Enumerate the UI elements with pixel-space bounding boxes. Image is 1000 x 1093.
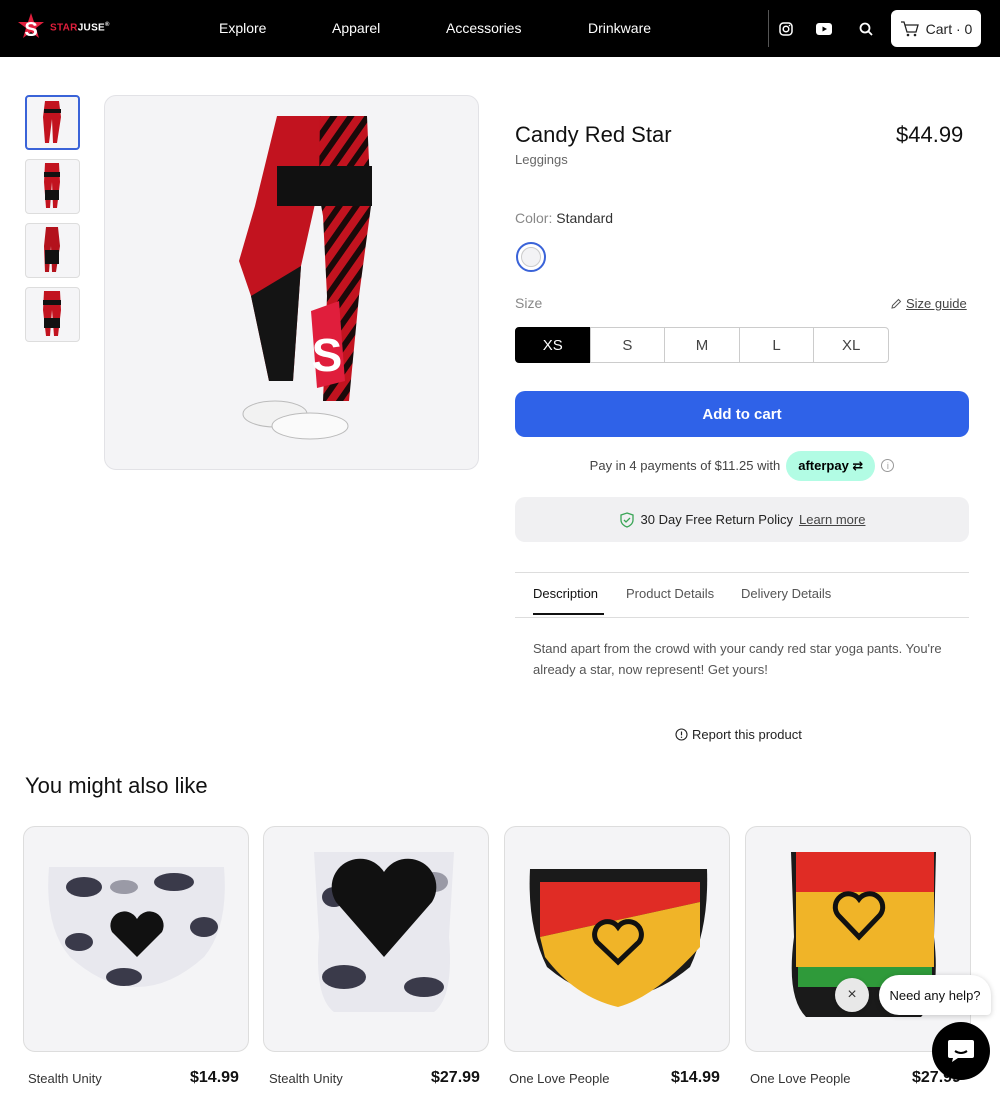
product-title: Candy Red Star [515,122,672,147]
svg-text:S: S [312,329,343,381]
camo-mask-icon [48,867,225,987]
color-label: Color: Standard [515,210,614,226]
afterpay-row: Pay in 4 payments of $11.25 with afterpa… [515,449,969,482]
product-card-1[interactable] [23,826,249,1052]
return-policy-box: 30 Day Free Return Policy Learn more [515,497,969,542]
card-2-price: $27.99 [431,1069,480,1086]
also-like-heading: You might also like [25,773,208,798]
thumbnail-3[interactable] [25,223,80,278]
chat-close-button[interactable]: × [835,978,869,1012]
chat-launcher-button[interactable] [932,1022,990,1080]
svg-text:S: S [24,19,37,41]
shield-check-icon [619,511,634,528]
leggings-thumb-icon [44,163,60,208]
chat-bubble-icon [948,1040,974,1062]
youtube-icon[interactable] [814,19,834,39]
tab-delivery-details[interactable]: Delivery Details [741,586,831,601]
nav-drinkware[interactable]: Drinkware [588,20,651,36]
size-option-m[interactable]: M [664,327,740,363]
rasta-mask-icon [529,869,708,1007]
leggings-thumb-icon [43,101,61,143]
active-tab-indicator [533,613,604,615]
rasta-gaiter-icon [791,852,936,1017]
tabs-divider-bottom [515,617,969,618]
product-main-image[interactable]: S [104,95,479,470]
size-option-l[interactable]: L [738,327,815,363]
brand-logo[interactable]: S STARJUSE® [16,12,110,44]
alert-circle-icon [675,728,688,741]
tab-product-details[interactable]: Product Details [626,586,714,601]
thumbnail-4[interactable] [25,287,80,342]
size-label: Size [515,295,543,311]
card-4-name[interactable]: One Love People [750,1071,850,1086]
pencil-icon [891,298,902,309]
leggings-thumb-icon [43,291,61,336]
brand-name: STARJUSE® [50,22,110,34]
product-card-3[interactable] [504,826,730,1052]
add-to-cart-button[interactable]: Add to cart [515,391,969,437]
size-guide-link[interactable]: Size guide [890,296,967,311]
size-option-s[interactable]: S [589,327,666,363]
tabs-divider-top [515,572,969,573]
size-selector: XS S M L XL [515,327,889,363]
camo-gaiter-icon [314,852,454,1012]
site-header: S STARJUSE® Explore Apparel Accessories … [0,0,1000,57]
card-2-name[interactable]: Stealth Unity [269,1071,343,1086]
report-product-link[interactable]: Report this product [675,727,802,742]
instagram-icon[interactable] [776,19,796,39]
learn-more-link[interactable]: Learn more [799,512,865,527]
info-icon[interactable]: i [881,459,895,472]
tab-description[interactable]: Description [533,586,598,601]
nav-divider [768,10,769,47]
product-description: Stand apart from the crowd with your can… [533,641,942,677]
product-card-2[interactable] [263,826,489,1052]
size-option-xl[interactable]: XL [813,327,889,363]
card-1-name[interactable]: Stealth Unity [28,1071,102,1086]
color-swatch-standard[interactable] [516,242,546,272]
afterpay-badge[interactable]: afterpay ⇄ [786,450,876,481]
nav-apparel[interactable]: Apparel [332,20,380,36]
card-3-price: $14.99 [671,1069,720,1086]
product-price: $44.99 [896,122,964,147]
leggings-thumb-icon [44,227,60,272]
product-card-4[interactable] [745,826,971,1052]
card-1-price: $14.99 [190,1069,239,1086]
return-policy-text: 30 Day Free Return Policy [640,512,793,527]
chat-prompt[interactable]: Need any help? [879,975,991,1015]
thumbnail-1[interactable] [25,95,80,150]
nav-explore[interactable]: Explore [219,20,266,36]
thumbnail-2[interactable] [25,159,80,214]
color-value: Standard [556,210,614,226]
size-option-xs[interactable]: XS [515,327,591,363]
product-type: Leggings [515,152,568,167]
cart-label: Cart · 0 [925,20,973,37]
nav-accessories[interactable]: Accessories [446,20,521,36]
logo-star-icon: S [18,13,44,41]
afterpay-text: Pay in 4 payments of $11.25 with [589,458,781,473]
cart-button[interactable]: Cart · 0 [891,10,981,47]
search-icon[interactable] [856,19,876,39]
cart-icon [900,20,919,36]
leggings-image-icon: S [239,116,372,440]
card-3-name[interactable]: One Love People [509,1071,609,1086]
